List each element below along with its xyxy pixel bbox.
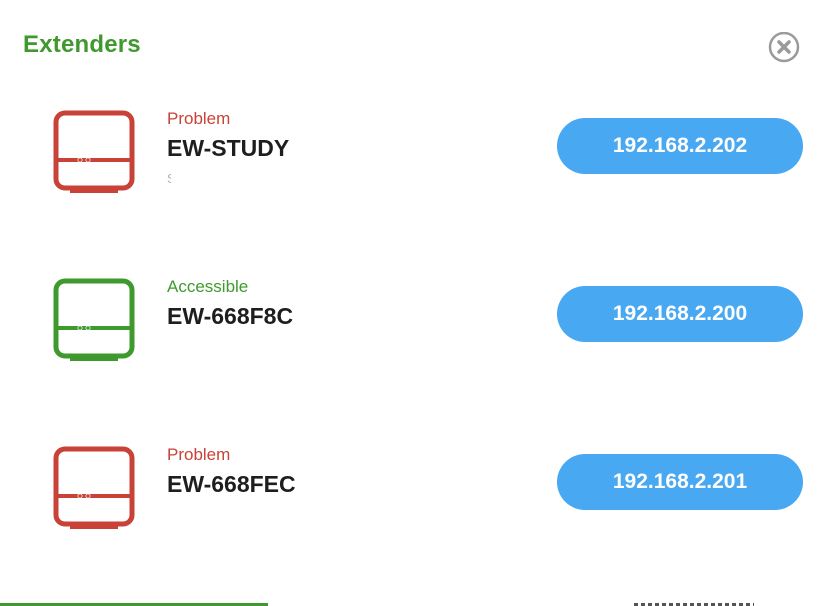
ip-address-button[interactable]: 192.168.2.200 xyxy=(557,286,803,342)
device-name: EW-STUDY xyxy=(167,135,290,161)
ip-address-button[interactable]: 192.168.2.202 xyxy=(557,118,803,174)
device-row-ew-study: Problem EW-STUDY S 192.168.2.202 xyxy=(0,109,828,219)
router-icon xyxy=(53,446,135,529)
router-icon xyxy=(53,110,135,193)
status-label: Problem xyxy=(167,445,231,464)
device-row-ew-668f8c: Accessible EW-668F8C 192.168.2.200 xyxy=(0,277,828,387)
ip-address-button[interactable]: 192.168.2.201 xyxy=(557,454,803,510)
page-title: Extenders xyxy=(23,31,141,58)
device-name: EW-668FEC xyxy=(167,471,296,497)
device-row-ew-668fec: Problem EW-668FEC 192.168.2.201 xyxy=(0,445,828,555)
status-label: Accessible xyxy=(167,277,249,296)
status-label: Problem xyxy=(167,109,231,128)
device-name: EW-668F8C xyxy=(167,303,294,329)
close-icon[interactable] xyxy=(768,32,800,64)
router-icon xyxy=(53,278,135,361)
device-subtext: S xyxy=(167,171,171,186)
extenders-panel: Extenders Problem EW-STUDY S 192.168.2.2… xyxy=(0,0,828,606)
